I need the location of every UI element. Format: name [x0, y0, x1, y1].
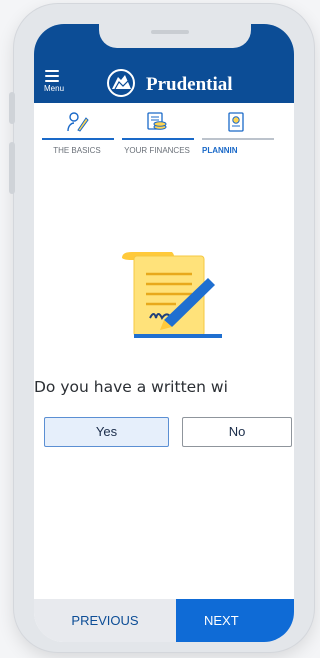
phone-screen: Menu Prudential THE BASICS YOUR FINANCES…: [34, 24, 294, 642]
menu-button[interactable]: Menu: [44, 70, 72, 96]
question-text: Do you have a written wi: [34, 378, 228, 396]
no-button[interactable]: No: [182, 417, 292, 447]
app-header: Menu Prudential: [34, 24, 294, 103]
tab-label: YOUR FINANCES: [124, 146, 190, 155]
brand-name: Prudential: [146, 74, 233, 95]
pen-person-icon: [67, 112, 89, 132]
tab-progress-bar: [122, 138, 194, 140]
signed-scroll-icon: [122, 252, 222, 338]
tab-label: THE BASICS: [53, 146, 101, 155]
tab-label: PLANNIN: [202, 146, 238, 155]
speaker-slot: [151, 30, 189, 34]
tab-progress-bar: [202, 138, 274, 140]
tab-progress-bar: [42, 138, 114, 140]
menu-label: Menu: [44, 84, 65, 93]
planning-document-icon: [228, 112, 244, 132]
tab-the-basics[interactable]: THE BASICS: [38, 108, 116, 168]
volume-up-button: [9, 92, 15, 124]
hamburger-icon: [45, 70, 59, 85]
money-stack-icon: [147, 112, 167, 130]
previous-button[interactable]: PREVIOUS: [34, 599, 176, 642]
prudential-rock-logo-icon: [107, 69, 135, 97]
next-button[interactable]: NEXT: [176, 599, 294, 642]
tab-planning[interactable]: PLANNIN: [198, 108, 276, 168]
volume-down-button: [9, 142, 15, 194]
yes-button[interactable]: Yes: [44, 417, 169, 447]
tab-your-finances[interactable]: YOUR FINANCES: [118, 108, 196, 168]
phone-notch: [99, 24, 251, 48]
progress-tabs: THE BASICS YOUR FINANCES PLANNIN: [34, 108, 294, 168]
footer-nav: PREVIOUS NEXT: [34, 599, 294, 642]
